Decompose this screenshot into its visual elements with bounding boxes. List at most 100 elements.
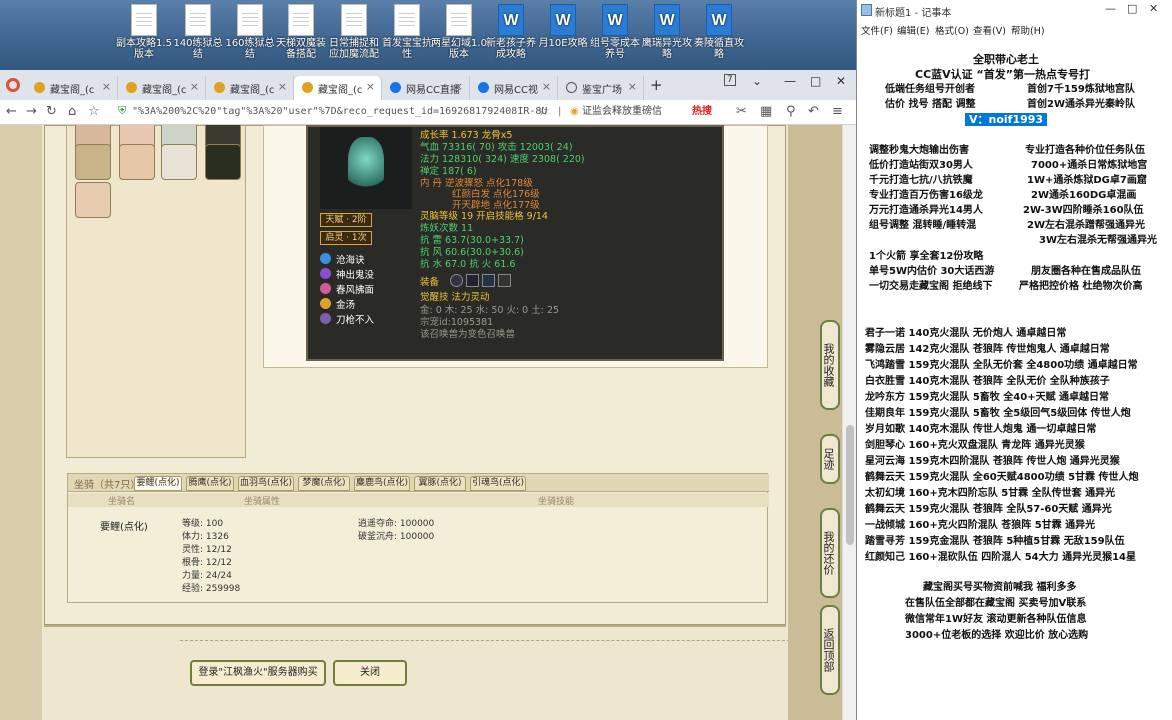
- close-window-button[interactable]: ✕: [836, 74, 846, 88]
- browser-tab[interactable]: 网易CC视 ×: [470, 76, 558, 100]
- skill-item[interactable]: 金汤: [320, 297, 355, 311]
- close-icon[interactable]: ×: [542, 80, 551, 93]
- equip-slot-icon[interactable]: [450, 274, 463, 287]
- search-icon[interactable]: ⚲: [786, 104, 796, 119]
- desktop-file-icon[interactable]: W 月10E攻略: [535, 4, 591, 49]
- close-icon[interactable]: ×: [190, 80, 199, 93]
- browser-tab[interactable]: 藏宝阁_(c ×: [206, 76, 294, 100]
- text-line: 2W通杀160DG卓混画: [1031, 190, 1137, 201]
- chevron-down-icon[interactable]: ⌄: [752, 74, 762, 88]
- menu-icon[interactable]: ≡: [832, 104, 843, 119]
- menu-view[interactable]: 查看(V): [973, 23, 1006, 37]
- pet-dan: 内 丹 逆波骤怒 点化178级: [420, 178, 533, 189]
- close-icon[interactable]: ×: [628, 80, 637, 93]
- desktop-file-icon[interactable]: 两星幻域1.0版本: [431, 4, 487, 60]
- text-line: 一切交易走藏宝阁 拒绝线下: [869, 281, 993, 292]
- desktop-file-icon[interactable]: 副本攻略1.5版本: [116, 4, 172, 60]
- my-favorites-button[interactable]: 我的收藏: [820, 320, 840, 410]
- back-to-top-button[interactable]: 返回顶部: [820, 605, 840, 695]
- menu-edit[interactable]: 编辑(E): [897, 23, 929, 37]
- menu-help[interactable]: 帮助(H): [1011, 23, 1045, 37]
- skill-item[interactable]: 春风拂面: [320, 282, 374, 296]
- talent-badge[interactable]: 天赋 · 2阶: [320, 213, 372, 227]
- browser-tab[interactable]: 藏宝阁_(c ×: [26, 76, 118, 100]
- avatar[interactable]: [75, 144, 111, 180]
- footprint-button[interactable]: 足迹: [820, 434, 840, 484]
- star-icon[interactable]: ☆: [88, 104, 100, 119]
- menu-format[interactable]: 格式(O): [935, 23, 969, 37]
- text-line: 君子一诺 140克火混队 无价炮人 通卓越日常: [865, 328, 1067, 339]
- refresh-button[interactable]: ↻: [46, 104, 57, 119]
- home-button[interactable]: ⌂: [68, 104, 76, 119]
- close-button[interactable]: 关闭: [333, 660, 407, 686]
- avatar[interactable]: [119, 144, 155, 180]
- login-server-buy-button[interactable]: 登录"江枫渔火"服务器购买: [190, 660, 326, 686]
- tab-mount[interactable]: 引魂鸟(点化): [470, 476, 526, 491]
- word-icon: W: [654, 4, 680, 36]
- divider: |: [558, 106, 562, 117]
- close-icon[interactable]: ×: [102, 80, 111, 93]
- my-counteroffer-button[interactable]: 我的还价: [820, 508, 840, 598]
- text-line: 红颜知己 160+混砍队伍 四阶混人 54大力 通异光灵猴14星: [865, 552, 1137, 563]
- notepad-text-area[interactable]: 全职带心老土 CC蓝V认证 “首发”第一热点专号打 低端任务组号开创者 首创7千…: [863, 40, 1167, 720]
- tab-mount[interactable]: 要鲤(点化): [134, 476, 182, 491]
- hot-search-badge[interactable]: 热搜: [692, 103, 712, 121]
- desktop-file-icon[interactable]: 140练狱总结: [170, 4, 226, 60]
- browser-tab-active[interactable]: 藏宝阁_(c ×: [294, 76, 382, 100]
- forward-button[interactable]: →: [26, 104, 37, 119]
- tab-mount[interactable]: 梦魔(点化): [298, 476, 350, 491]
- maximize-button[interactable]: □: [810, 74, 821, 88]
- skill-item[interactable]: 神出鬼没: [320, 267, 374, 281]
- skill-item[interactable]: 沧海诀: [320, 252, 365, 266]
- undo-icon[interactable]: ↶: [808, 104, 819, 119]
- grid-icon[interactable]: ▦: [760, 104, 772, 119]
- tab-mount[interactable]: 麋鹿鸟(点化): [354, 476, 410, 491]
- browser-tab[interactable]: 网易CC直播 ×: [382, 76, 470, 100]
- tab-count-badge[interactable]: 7: [724, 74, 736, 86]
- new-tab-button[interactable]: +: [650, 76, 663, 94]
- back-button[interactable]: ←: [6, 104, 17, 119]
- avatar[interactable]: [75, 182, 111, 218]
- text-line: 飞鸿踏雪 159克火混队 全队无价套 全4800功绩 通卓越日常: [865, 360, 1138, 371]
- avatar[interactable]: [161, 144, 197, 180]
- search-input[interactable]: ◉ 证监会释放重磅信: [568, 103, 700, 121]
- desktop-file-icon[interactable]: W 鹰瑞异光攻略: [639, 4, 695, 60]
- desktop-file-icon[interactable]: W 奏陵循直攻略: [691, 4, 747, 60]
- equip-slot-icon[interactable]: [466, 274, 479, 287]
- maximize-button[interactable]: □: [1127, 2, 1137, 15]
- close-icon[interactable]: ×: [278, 80, 287, 93]
- desktop-file-icon[interactable]: W 组号零成本养号: [587, 4, 643, 60]
- close-icon[interactable]: ×: [366, 80, 375, 93]
- text-line: 鹤舞云天 159克火混队 苍狼阵 全队57-60天赋 通异光: [865, 504, 1112, 515]
- desktop-file-icon[interactable]: 天梯双魔装备搭配: [273, 4, 329, 60]
- skill-item[interactable]: 刀枪不入: [320, 312, 374, 326]
- document-icon: [288, 4, 314, 36]
- tab-mount[interactable]: 腾鹰(点化): [186, 476, 234, 491]
- equip-slot-icon[interactable]: [482, 274, 495, 287]
- desktop-file-icon[interactable]: 160练狱总结: [222, 4, 278, 60]
- cc-icon: [390, 82, 401, 93]
- url-input[interactable]: "%3A%200%2C%20"tag"%3A%20"user"%7D&reco_…: [132, 103, 552, 121]
- text-line: 藏宝阁买号买物资前喊我 福利多多: [923, 582, 1077, 593]
- browser-tab[interactable]: 藏宝阁_(c ×: [118, 76, 206, 100]
- awaken-badge[interactable]: 启灵 · 1次: [320, 231, 372, 245]
- tab-mount[interactable]: 翼豚(点化): [414, 476, 466, 491]
- minimize-button[interactable]: —: [1105, 2, 1116, 15]
- tab-mount[interactable]: 血羽鸟(点化): [238, 476, 294, 491]
- scissors-icon[interactable]: ✂: [736, 104, 747, 119]
- desktop-file-icon[interactable]: 首发宝宝抗性: [379, 4, 435, 60]
- minimize-button[interactable]: —: [784, 74, 796, 88]
- equip-slot-icon[interactable]: [498, 274, 511, 287]
- scroll-thumb[interactable]: [846, 425, 854, 545]
- close-window-button[interactable]: ✕: [1149, 2, 1158, 15]
- menu-file[interactable]: 文件(F): [861, 23, 893, 37]
- avatar[interactable]: [205, 144, 241, 180]
- mount-skill: 逍遥夺命: 100000: [358, 519, 435, 529]
- scrollbar[interactable]: [842, 125, 856, 720]
- desktop-file-icon[interactable]: W 新老孩子养成攻略: [483, 4, 539, 60]
- notepad-icon: [861, 4, 872, 16]
- browser-tab[interactable]: 鉴宝广场 ×: [558, 76, 644, 100]
- desktop-file-icon[interactable]: 日常捕捉和应加魔流配: [326, 4, 382, 60]
- star-bookmark-icon[interactable]: ☆: [538, 104, 549, 118]
- close-icon[interactable]: ×: [454, 80, 463, 93]
